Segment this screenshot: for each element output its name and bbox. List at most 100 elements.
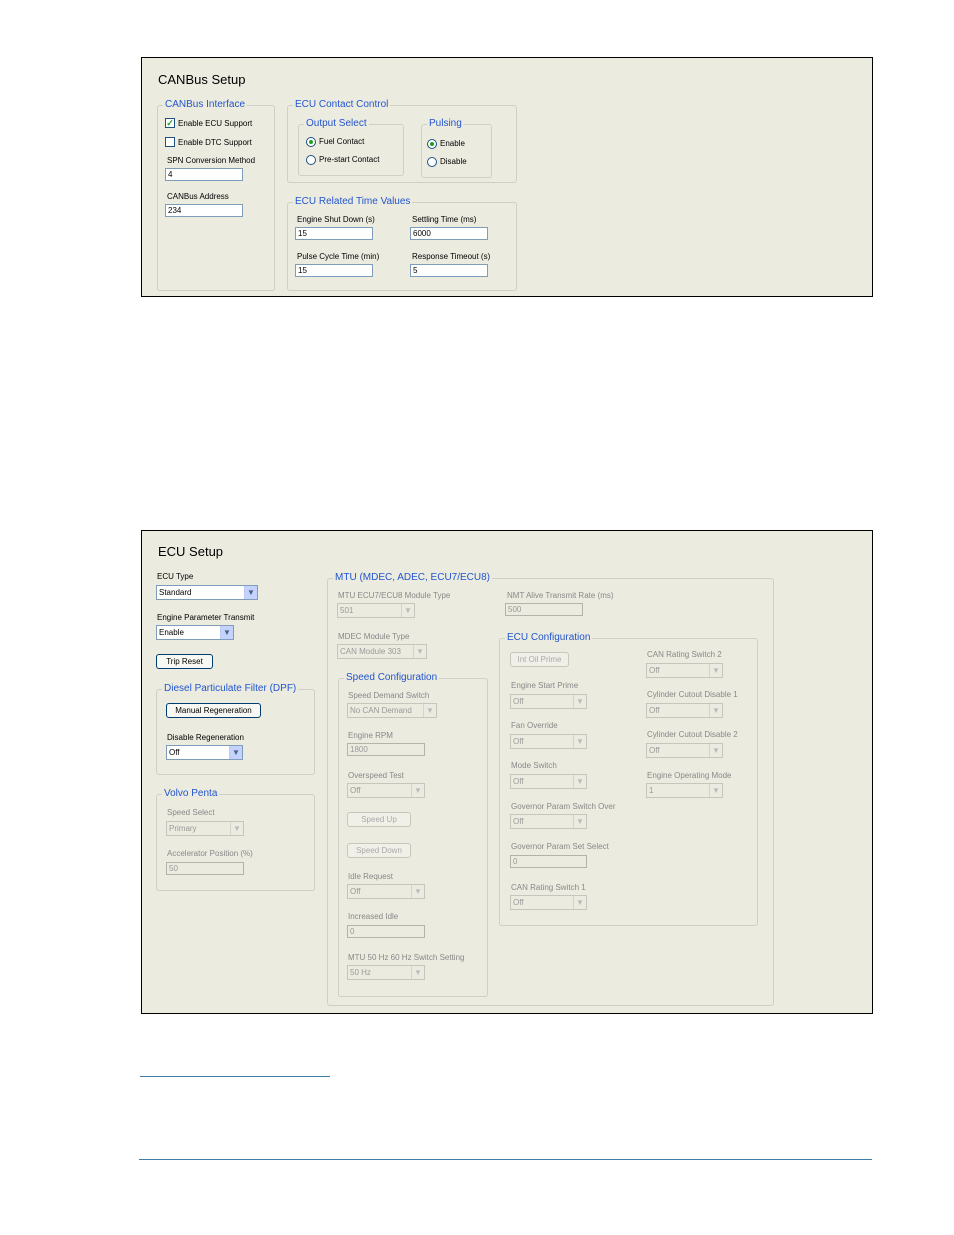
cylinder-cutout-2-value: Off xyxy=(649,746,660,755)
engine-param-transmit-label: Engine Parameter Transmit xyxy=(157,613,255,622)
accelerator-position-input[interactable]: 50 xyxy=(166,862,244,875)
speed-select-label: Speed Select xyxy=(167,808,215,817)
spn-conversion-label: SPN Conversion Method xyxy=(167,156,256,165)
cylinder-cutout-2-select[interactable]: Off ▼ xyxy=(646,743,723,758)
prestart-contact-radio[interactable] xyxy=(306,155,316,165)
response-timeout-label: Response Timeout (s) xyxy=(412,252,491,261)
engine-param-transmit-value: Enable xyxy=(159,628,184,637)
ecu-type-label: ECU Type xyxy=(157,572,194,581)
ecu-configuration-title: ECU Configuration xyxy=(505,631,593,645)
prestart-contact-label: Pre-start Contact xyxy=(319,155,380,164)
output-select-title: Output Select xyxy=(304,117,369,131)
ecu-contact-control-title: ECU Contact Control xyxy=(293,98,391,112)
mtu-module-type-select[interactable]: 501 ▼ xyxy=(337,603,415,618)
ecu-configuration-group: ECU Configuration Int Oil Prime Engine S… xyxy=(499,631,758,926)
cylinder-cutout-2-label: Cylinder Cutout Disable 2 xyxy=(647,730,738,739)
chevron-down-icon: ▼ xyxy=(411,966,424,979)
speed-up-button[interactable]: Speed Up xyxy=(347,812,411,827)
speed-select-select[interactable]: Primary ▼ xyxy=(166,821,244,836)
dpf-group: Diesel Particulate Filter (DPF) Manual R… xyxy=(156,682,315,775)
mode-switch-label: Mode Switch xyxy=(511,761,557,770)
chevron-down-icon: ▼ xyxy=(230,822,243,835)
enable-ecu-checkbox[interactable]: ✓ xyxy=(165,118,175,128)
response-timeout-input[interactable]: 5 xyxy=(410,264,488,277)
canbus-interface-group: CANBus Interface ✓ Enable ECU Support En… xyxy=(157,98,275,291)
nmt-alive-label: NMT Alive Transmit Rate (ms) xyxy=(507,591,614,600)
pulsing-enable-radio[interactable] xyxy=(427,139,437,149)
ecu-setup-title: ECU Setup xyxy=(158,544,224,559)
int-oil-prime-button[interactable]: Int Oil Prime xyxy=(510,652,569,667)
chevron-down-icon: ▼ xyxy=(709,744,722,757)
mdec-module-type-select[interactable]: CAN Module 303 ▼ xyxy=(337,644,427,659)
engine-shutdown-input[interactable]: 15 xyxy=(295,227,373,240)
pulsing-disable-radio[interactable] xyxy=(427,157,437,167)
can-rating-switch-2-select[interactable]: Off ▼ xyxy=(646,663,723,678)
canbus-address-input[interactable]: 234 xyxy=(165,204,243,217)
chevron-down-icon: ▼ xyxy=(411,885,424,898)
speed-demand-value: No CAN Demand xyxy=(350,706,412,715)
pulse-cycle-input[interactable]: 15 xyxy=(295,264,373,277)
chevron-down-icon: ▼ xyxy=(709,784,722,797)
overspeed-test-value: Off xyxy=(350,786,361,795)
mtu-module-type-label: MTU ECU7/ECU8 Module Type xyxy=(338,591,451,600)
can-rating-switch-1-label: CAN Rating Switch 1 xyxy=(511,883,586,892)
disable-regeneration-label: Disable Regeneration xyxy=(167,733,244,742)
idle-request-select[interactable]: Off ▼ xyxy=(347,884,425,899)
chevron-down-icon: ▼ xyxy=(244,586,257,599)
increased-idle-input[interactable]: 0 xyxy=(347,925,425,938)
enable-dtc-checkbox[interactable] xyxy=(165,137,175,147)
disable-regeneration-select[interactable]: Off ▼ xyxy=(166,745,243,760)
overspeed-test-select[interactable]: Off ▼ xyxy=(347,783,425,798)
engine-rpm-input[interactable]: 1800 xyxy=(347,743,425,756)
can-rating-switch-1-select[interactable]: Off ▼ xyxy=(510,895,587,910)
hz-switch-value: 50 Hz xyxy=(350,968,371,977)
mdec-module-type-value: CAN Module 303 xyxy=(340,647,401,656)
engine-shutdown-label: Engine Shut Down (s) xyxy=(297,215,375,224)
chevron-down-icon: ▼ xyxy=(220,626,233,639)
governor-set-select-input[interactable]: 0 xyxy=(510,855,587,868)
chevron-down-icon: ▼ xyxy=(709,664,722,677)
chevron-down-icon: ▼ xyxy=(709,704,722,717)
spn-conversion-input[interactable]: 4 xyxy=(165,168,243,181)
fan-override-label: Fan Override xyxy=(511,721,558,730)
manual-regeneration-button[interactable]: Manual Regeneration xyxy=(166,703,261,718)
fuel-contact-radio[interactable] xyxy=(306,137,316,147)
speed-down-button[interactable]: Speed Down xyxy=(347,843,411,858)
idle-request-value: Off xyxy=(350,887,361,896)
cylinder-cutout-1-value: Off xyxy=(649,706,660,715)
governor-switch-over-select[interactable]: Off ▼ xyxy=(510,814,587,829)
mtu-title: MTU (MDEC, ADEC, ECU7/ECU8) xyxy=(333,571,493,585)
hz-switch-label: MTU 50 Hz 60 Hz Switch Setting xyxy=(348,953,465,962)
hz-switch-select[interactable]: 50 Hz ▼ xyxy=(347,965,425,980)
cylinder-cutout-1-select[interactable]: Off ▼ xyxy=(646,703,723,718)
settling-time-input[interactable]: 6000 xyxy=(410,227,488,240)
chevron-down-icon: ▼ xyxy=(423,704,436,717)
trip-reset-button[interactable]: Trip Reset xyxy=(156,654,213,669)
mode-switch-select[interactable]: Off ▼ xyxy=(510,774,587,789)
enable-dtc-label: Enable DTC Support xyxy=(178,138,252,147)
nmt-alive-input[interactable]: 500 xyxy=(505,603,583,616)
increased-idle-label: Increased Idle xyxy=(348,912,399,921)
ecu-type-select[interactable]: Standard ▼ xyxy=(156,585,258,600)
speed-demand-label: Speed Demand Switch xyxy=(348,691,430,700)
engine-operating-mode-label: Engine Operating Mode xyxy=(647,771,732,780)
chevron-down-icon: ▼ xyxy=(573,815,586,828)
engine-rpm-label: Engine RPM xyxy=(348,731,393,740)
chevron-down-icon: ▼ xyxy=(401,604,414,617)
ecu-contact-control-group: ECU Contact Control Output Select Fuel C… xyxy=(287,98,517,183)
fan-override-select[interactable]: Off ▼ xyxy=(510,734,587,749)
chevron-down-icon: ▼ xyxy=(573,775,586,788)
ecu-type-value: Standard xyxy=(159,588,192,597)
pulsing-group: Pulsing Enable Disable xyxy=(421,117,492,178)
engine-start-prime-value: Off xyxy=(513,697,524,706)
disable-regeneration-value: Off xyxy=(169,748,180,757)
engine-start-prime-select[interactable]: Off ▼ xyxy=(510,694,587,709)
accelerator-position-label: Accelerator Position (%) xyxy=(167,849,253,858)
engine-param-transmit-select[interactable]: Enable ▼ xyxy=(156,625,234,640)
settling-time-label: Settling Time (ms) xyxy=(412,215,477,224)
fuel-contact-label: Fuel Contact xyxy=(319,137,365,146)
speed-demand-select[interactable]: No CAN Demand ▼ xyxy=(347,703,437,718)
governor-switch-over-label: Governor Param Switch Over xyxy=(511,802,616,811)
engine-operating-mode-select[interactable]: 1 ▼ xyxy=(646,783,723,798)
engine-start-prime-label: Engine Start Prime xyxy=(511,681,579,690)
